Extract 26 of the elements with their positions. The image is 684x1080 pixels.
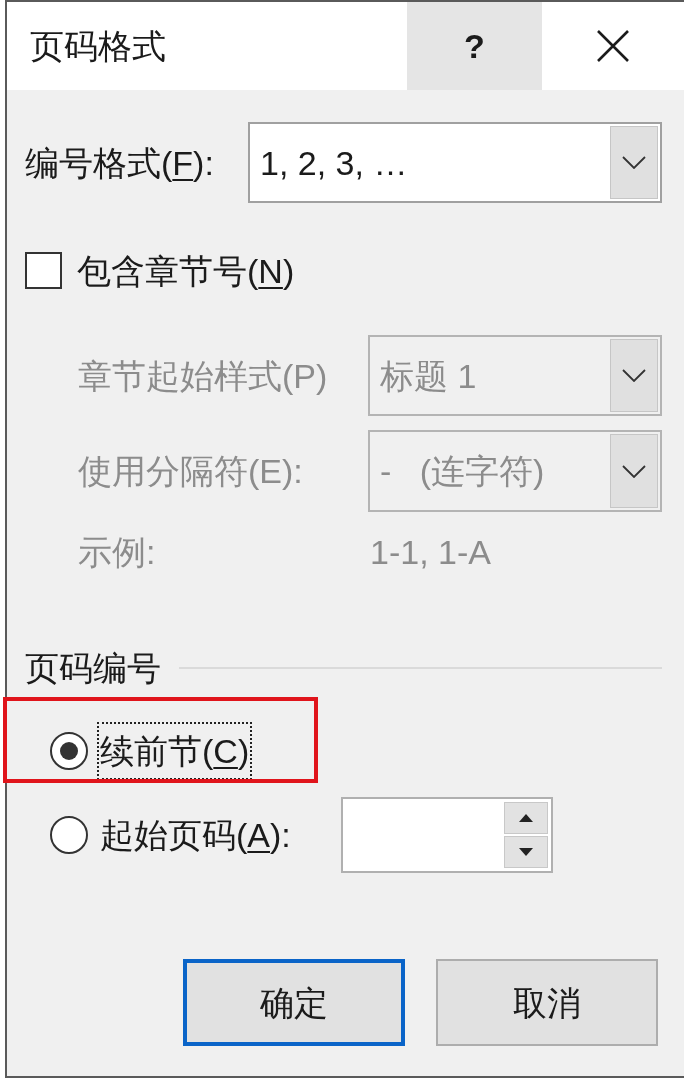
radio-button[interactable] [50,816,88,854]
triangle-up-icon [519,814,533,822]
field-label: 使用分隔符(E): [78,454,304,488]
chevron-down-icon [622,369,646,382]
ok-button[interactable]: 确定 [183,959,405,1046]
example-value: 1-1, 1-A [369,535,491,569]
triangle-down-icon [519,848,533,856]
radio-button[interactable] [50,732,88,770]
window-title: 页码格式 [29,29,167,63]
close-icon [596,29,630,63]
cancel-button[interactable]: 取消 [436,959,658,1046]
section-heading: 页码编号 [25,651,161,685]
chevron-down-icon [622,156,646,169]
checkbox-label[interactable]: 包含章节号(N) [77,253,295,288]
chevron-down-icon [622,464,646,478]
dropdown[interactable]: 1, 2, 3, … [248,122,662,203]
field-label: 章节起始样式(P) [78,358,329,393]
example-label: 示例: [78,535,157,569]
field-label: 编号格式(F): [25,145,215,180]
spin-up-button[interactable] [504,802,548,834]
start-page-field[interactable] [341,797,553,873]
help-button[interactable]: ? [407,2,542,90]
checkbox[interactable] [25,252,62,289]
radio-label[interactable]: 起始页码(A): [97,806,341,864]
radio-label[interactable]: 续前节(C) [97,722,253,780]
spin-down-button[interactable] [504,836,548,868]
